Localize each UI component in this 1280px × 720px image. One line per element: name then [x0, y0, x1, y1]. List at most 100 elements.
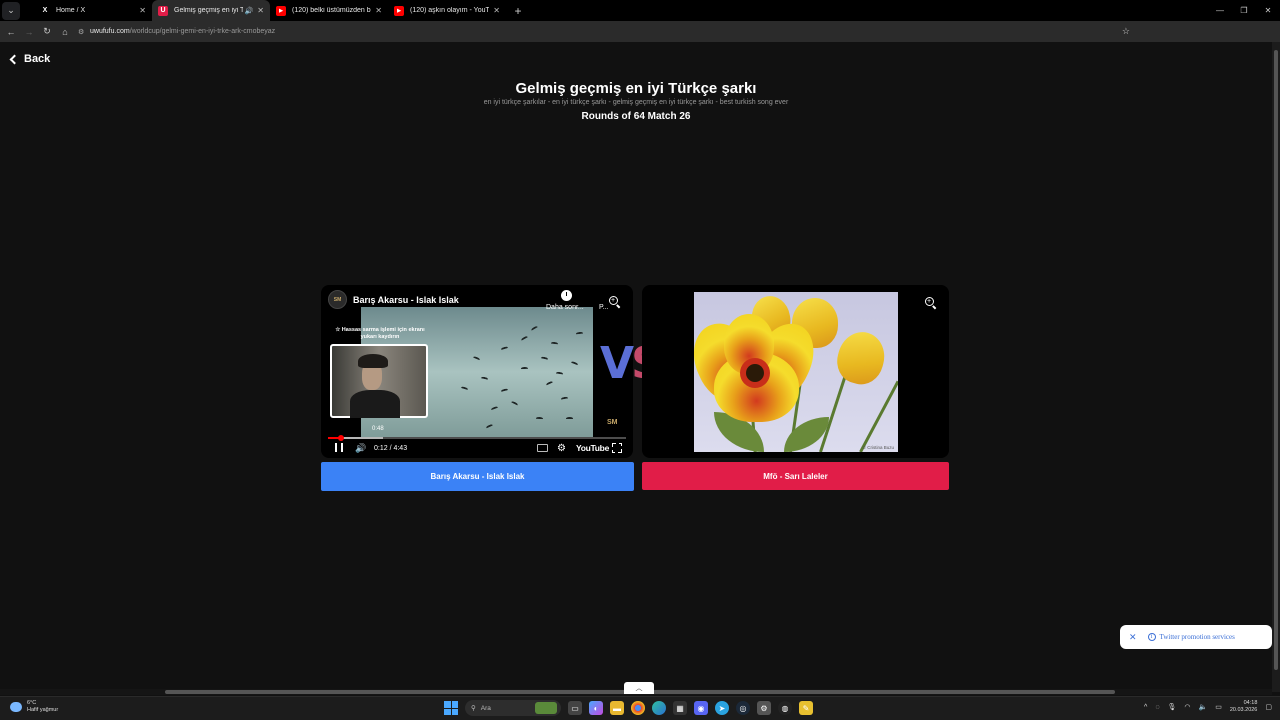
uwufufu-favicon-icon: U [158, 5, 168, 16]
address-bar: ← → ↻ ⌂ ⚙ uwufufu.com /worldcup/gelmi-ge… [0, 21, 1280, 60]
bird-silhouette [472, 355, 481, 362]
watch-later-label[interactable]: Daha sonr... [546, 304, 584, 311]
tab-close-icon[interactable]: ✕ [375, 6, 382, 15]
tab-uwufufu[interactable]: U Gelmiş geçmiş en iyi Türkç 🔊 ✕ [152, 0, 270, 21]
chrome-icon[interactable] [631, 701, 645, 715]
tab-label: (120) belki üstümüzden bir geç [292, 7, 371, 14]
tab-close-icon[interactable]: ✕ [493, 6, 500, 15]
url-host: uwufufu.com [90, 28, 130, 35]
new-tab-icon[interactable]: + [510, 4, 526, 18]
settings-gear-icon[interactable]: ⚙ [757, 701, 771, 715]
rain-cloud-icon [10, 702, 22, 712]
choose-left-button[interactable]: Barış Akarsu - Islak Islak [321, 462, 634, 491]
bird-silhouette [535, 416, 544, 421]
sm-watermark: SM [607, 419, 618, 426]
notifications-icon[interactable]: ▢ [1265, 703, 1272, 711]
tab-close-icon[interactable]: ✕ [139, 6, 146, 15]
info-icon: i [1147, 633, 1156, 641]
bird-silhouette [520, 366, 529, 371]
back-arrow-icon[interactable]: ← [2, 27, 20, 37]
weather-widget[interactable]: 6°C Hafif yağmur [10, 700, 58, 714]
promo-text[interactable]: Twitter promotion services [1160, 633, 1235, 641]
channel-avatar[interactable]: SM [328, 290, 347, 309]
video-title[interactable]: Barış Akarsu - Islak Islak [353, 295, 459, 305]
zoom-in-icon[interactable]: + [925, 297, 937, 310]
tray-chevron-icon[interactable]: ^ [1144, 704, 1147, 711]
notes-app-icon[interactable]: ✎ [799, 701, 813, 715]
bird-silhouette [540, 356, 549, 361]
fullscreen-icon[interactable] [612, 443, 622, 453]
close-window-icon[interactable]: ✕ [1256, 0, 1280, 21]
tray-app-icon[interactable]: ◌ [1155, 704, 1159, 711]
tab-close-icon[interactable]: ✕ [257, 6, 264, 15]
clock-time: 04:18 [1243, 700, 1258, 706]
bird-silhouette [520, 335, 529, 342]
volume-icon[interactable]: 🔊 [355, 443, 366, 454]
bird-silhouette [550, 341, 559, 346]
seek-hover-time: 0:48 [372, 426, 384, 432]
tab-youtube-2[interactable]: ▶ (120) aşkın olayım - YouTube ✕ [388, 0, 506, 21]
bird-silhouette [565, 416, 574, 421]
clock[interactable]: 04:18 20.03.2026 [1230, 700, 1258, 714]
search-icon: ⚲ [471, 705, 476, 712]
left-choice-video[interactable]: SM Barış Akarsu - Islak Islak Daha sonr.… [321, 285, 633, 458]
bird-silhouette [570, 360, 579, 367]
back-button[interactable]: Back [9, 53, 50, 65]
task-view-icon[interactable]: ▭ [568, 701, 582, 715]
progress-scrubber[interactable] [338, 435, 344, 441]
scrollbar-thumb[interactable] [1274, 50, 1278, 670]
windows-start-icon[interactable] [444, 701, 458, 715]
discord-icon[interactable]: ◉ [694, 701, 708, 715]
weather-desc: Hafif yağmur [27, 707, 59, 713]
window-controls: — ❐ ✕ [1208, 0, 1280, 21]
bird-silhouette [500, 388, 509, 393]
taskbar-search[interactable]: ⚲ Ara [465, 700, 561, 716]
pause-icon[interactable] [335, 443, 343, 452]
share-label-truncated[interactable]: P... [599, 304, 609, 311]
subtitles-icon[interactable] [537, 444, 548, 452]
chevron-up-icon[interactable]: ︿ [624, 682, 654, 694]
watch-later-clock-icon[interactable] [561, 290, 572, 301]
speaker-icon[interactable]: 🔈 [1199, 703, 1208, 711]
forward-arrow-icon[interactable]: → [20, 27, 38, 37]
obs-icon[interactable]: ◍ [778, 701, 792, 715]
site-info-icon[interactable]: ⚙ [78, 28, 90, 36]
telegram-icon[interactable]: ➤ [715, 701, 729, 715]
tab-label: (120) aşkın olayım - YouTube [410, 7, 490, 14]
settings-gear-icon[interactable]: ⚙ [557, 443, 566, 454]
tab-search-chevron-icon[interactable]: ⌄ [2, 1, 20, 20]
bird-silhouette [500, 346, 509, 351]
video-progress-bar[interactable] [328, 435, 626, 441]
zoom-in-icon[interactable]: + [609, 296, 621, 309]
home-icon[interactable]: ⌂ [56, 27, 74, 37]
steam-icon[interactable]: ◎ [736, 701, 750, 715]
promo-toast[interactable]: ✕ i Twitter promotion services [1120, 625, 1272, 649]
page-title: Gelmiş geçmiş en iyi Türkçe şarkı [515, 80, 757, 97]
tab-youtube-1[interactable]: ▶ (120) belki üstümüzden bir geç ✕ [270, 0, 388, 21]
copilot-icon[interactable]: ◐ [589, 701, 603, 715]
battery-icon[interactable]: ▭ [1215, 703, 1222, 711]
youtube-logo[interactable]: YouTube [576, 443, 609, 453]
store-icon[interactable]: ▦ [673, 701, 687, 715]
round-label: Rounds of 64 Match 26 [581, 111, 691, 122]
bird-silhouette [485, 423, 494, 430]
edge-icon[interactable] [652, 701, 666, 715]
restore-icon[interactable]: ❐ [1232, 0, 1256, 21]
url-field[interactable]: ⚙ uwufufu.com /worldcup/gelmi-gemi-en-iy… [78, 23, 1138, 40]
reload-icon[interactable]: ↻ [38, 26, 56, 37]
tab-home-x[interactable]: X Home / X ✕ [34, 0, 152, 21]
bird-silhouette [560, 396, 569, 401]
close-icon[interactable]: ✕ [1129, 632, 1137, 643]
bird-silhouette [460, 386, 469, 391]
minimize-icon[interactable]: — [1208, 0, 1232, 21]
microphone-icon[interactable]: 🎙 [1168, 703, 1177, 711]
right-choice-image[interactable]: © Cristina Buzu + [642, 285, 949, 458]
weather-temp: 6°C [27, 700, 37, 706]
audio-playing-icon[interactable]: 🔊 [245, 7, 254, 15]
vertical-scrollbar[interactable] [1272, 42, 1280, 692]
bookmark-star-icon[interactable]: ☆ [1122, 26, 1130, 37]
bird-silhouette [480, 376, 489, 381]
file-explorer-icon[interactable]: ▬ [610, 701, 624, 715]
choose-right-button[interactable]: Mfö - Sarı Laleler [642, 462, 949, 490]
wifi-icon[interactable]: ◠ [1184, 703, 1190, 711]
